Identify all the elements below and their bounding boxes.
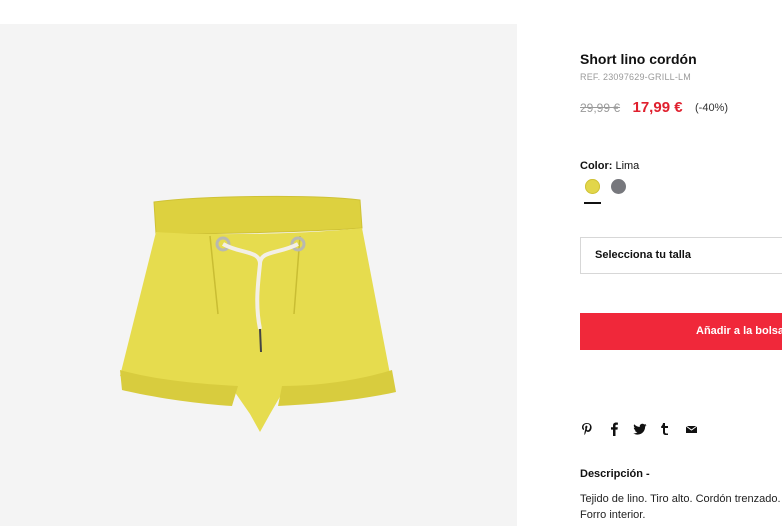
- product-info: Short lino cordón REF. 23097629-GRILL-LM…: [580, 0, 782, 526]
- product-image[interactable]: [110, 174, 410, 444]
- product-ref: REF. 23097629-GRILL-LM: [580, 72, 691, 82]
- sale-price: 17,99 €: [632, 99, 683, 117]
- price-row: 29,99 € 17,99 € (-40%): [580, 99, 728, 117]
- description-title[interactable]: Descripción -: [580, 468, 650, 480]
- product-image-panel: [0, 24, 517, 526]
- selected-swatch-indicator: [584, 202, 601, 204]
- facebook-icon[interactable]: [609, 422, 623, 438]
- selected-color: Lima: [615, 160, 640, 172]
- old-price: 29,99 €: [580, 100, 621, 115]
- add-to-bag-button[interactable]: Añadir a la bolsa: [580, 313, 782, 350]
- description-line-1: Tejido de lino. Tiro alto. Cordón trenza…: [580, 493, 781, 505]
- description-body: Tejido de lino. Tiro alto. Cordón trenza…: [580, 491, 781, 523]
- color-label: Color:: [580, 160, 613, 172]
- discount-badge: (-40%): [695, 101, 729, 114]
- tumblr-icon[interactable]: [660, 422, 674, 438]
- pinterest-icon[interactable]: [581, 422, 595, 438]
- size-select[interactable]: Selecciona tu talla: [580, 237, 782, 274]
- mail-icon[interactable]: [685, 422, 699, 438]
- color-label-row: Color: Lima: [580, 160, 639, 172]
- product-title: Short lino cordón: [580, 51, 697, 67]
- color-swatch-lima[interactable]: [585, 179, 600, 194]
- color-swatch-grey[interactable]: [611, 179, 626, 194]
- twitter-icon[interactable]: [633, 422, 647, 438]
- description-line-2: Forro interior.: [580, 509, 646, 521]
